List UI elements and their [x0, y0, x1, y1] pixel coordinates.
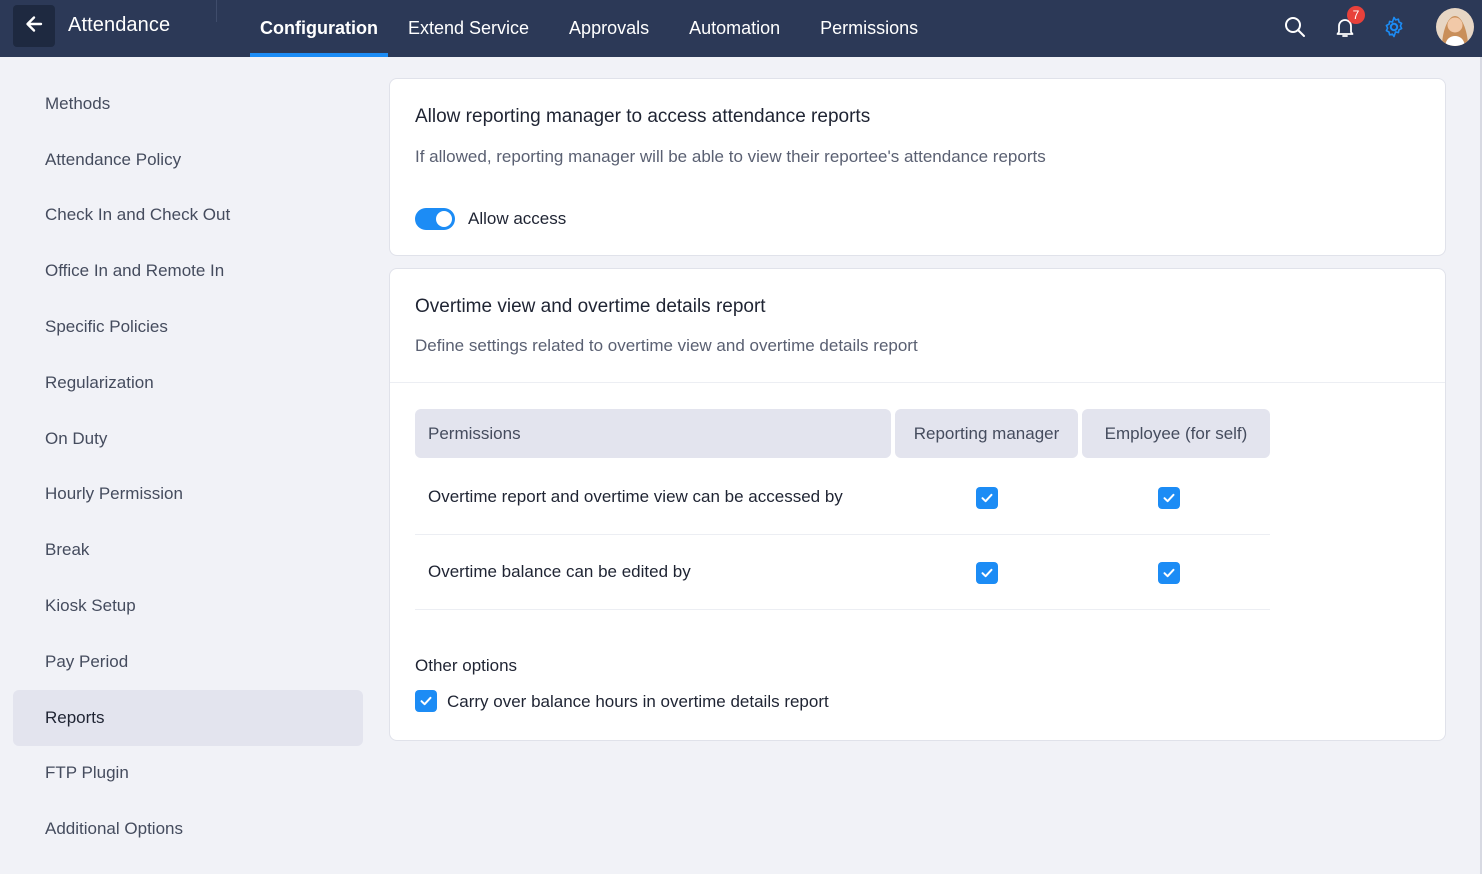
- overtime-description: Define settings related to overtime view…: [415, 336, 918, 355]
- sidebar-item-pay-period[interactable]: Pay Period: [13, 634, 363, 690]
- check-icon: [1163, 568, 1175, 578]
- sidebar-item-kiosk-setup[interactable]: Kiosk Setup: [13, 578, 363, 634]
- column-header-permissions: Permissions: [415, 409, 891, 458]
- employee-checkbox[interactable]: [1158, 487, 1180, 509]
- check-icon: [981, 493, 993, 503]
- main-tabs: Configuration Extend Service Approvals A…: [250, 0, 938, 57]
- row-label: Overtime report and overtime view can be…: [428, 487, 843, 506]
- column-header-reporting-manager: Reporting manager: [895, 409, 1078, 458]
- tab-extend-service[interactable]: Extend Service: [388, 0, 549, 57]
- reporting-access-title: Allow reporting manager to access attend…: [415, 106, 871, 127]
- table-row: Overtime balance can be edited by: [415, 534, 1270, 610]
- title-divider: [216, 0, 217, 22]
- tab-approvals[interactable]: Approvals: [549, 0, 669, 57]
- sidebar-item-regularization[interactable]: Regularization: [13, 355, 363, 411]
- sidebar-item-attendance-policy[interactable]: Attendance Policy: [13, 132, 363, 188]
- allow-access-toggle[interactable]: [415, 208, 455, 230]
- employee-checkbox[interactable]: [1158, 562, 1180, 584]
- row-label: Overtime balance can be edited by: [428, 562, 691, 581]
- sidebar-item-on-duty[interactable]: On Duty: [13, 411, 363, 467]
- sidebar-item-ftp-plugin[interactable]: FTP Plugin: [13, 746, 363, 802]
- carry-over-label: Carry over balance hours in overtime det…: [447, 692, 829, 711]
- sidebar-item-specific-policies[interactable]: Specific Policies: [13, 299, 363, 355]
- column-header-employee: Employee (for self): [1082, 409, 1270, 458]
- sidebar-item-additional-options[interactable]: Additional Options: [13, 801, 363, 857]
- avatar[interactable]: [1436, 8, 1474, 46]
- sidebar-item-reports[interactable]: Reports: [13, 689, 363, 746]
- tab-permissions[interactable]: Permissions: [800, 0, 938, 57]
- check-icon: [981, 568, 993, 578]
- sidebar-item-methods[interactable]: Methods: [13, 76, 363, 132]
- overtime-report-card: Overtime view and overtime details repor…: [389, 268, 1446, 741]
- back-button[interactable]: [13, 5, 55, 47]
- sidebar-item-hourly-permission[interactable]: Hourly Permission: [13, 467, 363, 523]
- toggle-knob: [436, 211, 452, 227]
- check-icon: [1163, 493, 1175, 503]
- arrow-left-icon: [24, 14, 44, 39]
- top-navigation-bar: Attendance Configuration Extend Service …: [0, 0, 1482, 57]
- sidebar-item-check-in-check-out[interactable]: Check In and Check Out: [13, 188, 363, 244]
- app-title: Attendance: [68, 14, 171, 36]
- notification-badge: 7: [1347, 6, 1365, 24]
- reporting-manager-checkbox[interactable]: [976, 487, 998, 509]
- settings-sidebar: Methods Attendance Policy Check In and C…: [13, 76, 363, 857]
- gear-icon[interactable]: [1379, 12, 1409, 42]
- sidebar-item-office-in-remote-in[interactable]: Office In and Remote In: [13, 243, 363, 299]
- carry-over-checkbox[interactable]: [415, 690, 437, 712]
- tab-configuration[interactable]: Configuration: [250, 0, 388, 57]
- sidebar-item-break[interactable]: Break: [13, 522, 363, 578]
- reporting-access-description: If allowed, reporting manager will be ab…: [415, 147, 1046, 166]
- search-icon[interactable]: [1280, 12, 1310, 42]
- overtime-title: Overtime view and overtime details repor…: [415, 296, 766, 317]
- reporting-manager-checkbox[interactable]: [976, 562, 998, 584]
- allow-access-label: Allow access: [468, 209, 567, 228]
- tab-automation[interactable]: Automation: [669, 0, 800, 57]
- card-divider: [390, 382, 1445, 383]
- table-row: Overtime report and overtime view can be…: [415, 459, 1270, 535]
- check-icon: [420, 696, 432, 706]
- reporting-access-card: Allow reporting manager to access attend…: [389, 78, 1446, 256]
- other-options-title: Other options: [415, 656, 518, 675]
